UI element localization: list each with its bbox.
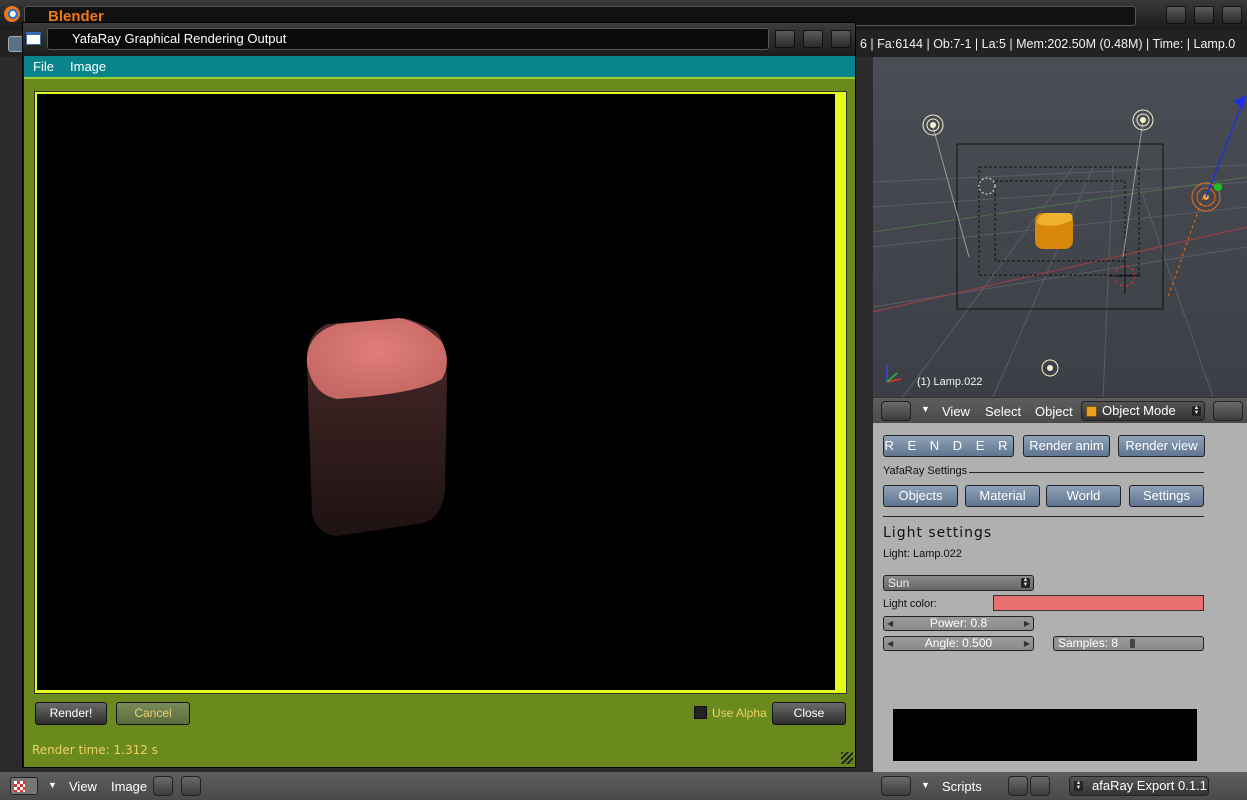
menu-object[interactable]: Object: [1035, 404, 1073, 419]
app-window-icon[interactable]: [26, 32, 41, 45]
menu-scripts[interactable]: Scripts: [942, 779, 982, 794]
viewport-type-icon[interactable]: [881, 401, 911, 421]
chevron-down-icon[interactable]: ▼: [48, 780, 57, 790]
light-type-value: Sun: [888, 576, 910, 590]
close-window-icon[interactable]: [1222, 6, 1242, 24]
window-title: YafaRay Graphical Rendering Output: [47, 28, 769, 50]
script-output-area: [893, 709, 1197, 761]
angle-value: Angle: 0.500: [924, 636, 993, 650]
render-view-button[interactable]: Render view: [1118, 435, 1205, 457]
arrow-right-icon[interactable]: ▶: [1024, 637, 1030, 650]
use-alpha-label: Use Alpha: [712, 706, 767, 720]
minimize-icon[interactable]: [775, 30, 795, 48]
angle-field[interactable]: ◀ Angle: 0.500 ▶: [883, 636, 1034, 651]
yafaray-menubar: File Image: [24, 56, 855, 79]
light-color-label: Light color:: [883, 598, 937, 610]
render-button[interactable]: Render!: [35, 702, 107, 725]
menu-view[interactable]: View: [69, 779, 97, 794]
samples-slider[interactable]: Samples: 8: [1053, 636, 1204, 651]
arrow-left-icon[interactable]: ◀: [887, 637, 893, 650]
menu-view[interactable]: View: [942, 404, 970, 419]
slider-knob[interactable]: [1130, 639, 1135, 648]
script-window-header: ▼ Scripts ▲ ▼ afaRay Export 0.1.1: [873, 772, 1247, 800]
render-canvas: [37, 94, 835, 690]
menu-image[interactable]: Image: [111, 779, 147, 794]
mode-label: Object Mode: [1102, 403, 1176, 418]
yafaray-body: Render! Cancel Use Alpha Close Render ti…: [24, 79, 855, 767]
close-window-icon[interactable]: [831, 30, 851, 48]
separator: [883, 516, 1204, 517]
arrow-right-icon[interactable]: ▶: [1024, 617, 1030, 630]
maximize-icon[interactable]: [803, 30, 823, 48]
tab-objects[interactable]: Objects: [883, 485, 958, 507]
updown-icon: ▲ ▼: [1192, 405, 1201, 416]
viewport-scene: [873, 95, 1247, 397]
render-anim-button[interactable]: Render anim: [1023, 435, 1110, 457]
yafaray-titlebar: YafaRay Graphical Rendering Output: [23, 23, 855, 56]
viewport-header: ▼ View Select Object Object Mode ▲ ▼: [873, 397, 1247, 423]
resize-grip-icon[interactable]: [841, 752, 853, 764]
yafaray-render-window: YafaRay Graphical Rendering Output File …: [22, 22, 856, 768]
light-color-swatch[interactable]: [993, 595, 1204, 611]
arrow-left-icon[interactable]: ◀: [887, 617, 893, 630]
yafaray-script-panel: R E N D E R Render anim Render view Yafa…: [873, 423, 1247, 772]
rendered-image: [306, 318, 447, 536]
menu-image[interactable]: Image: [70, 59, 106, 74]
image-editor-header: ▼ View Image: [0, 772, 873, 800]
script-name-select[interactable]: ▲ ▼ afaRay Export 0.1.1: [1069, 776, 1209, 796]
minimize-icon[interactable]: [1166, 6, 1186, 24]
yafaray-settings-label: YafaRay Settings: [883, 465, 968, 477]
render-button[interactable]: R E N D E R: [883, 435, 1014, 457]
blender-logo-icon: [4, 6, 20, 22]
shading-icon[interactable]: [1213, 401, 1243, 421]
power-value: Power: 0.8: [929, 616, 988, 630]
tab-settings[interactable]: Settings: [1129, 485, 1204, 507]
tab-material[interactable]: Material: [965, 485, 1040, 507]
menu-file[interactable]: File: [33, 59, 54, 74]
light-type-select[interactable]: Sun ▲ ▼: [883, 575, 1034, 591]
cube-icon: [1086, 406, 1097, 417]
separator: [969, 472, 1204, 473]
updown-icon: ▲ ▼: [1021, 577, 1030, 588]
use-alpha-checkbox[interactable]: [694, 706, 707, 719]
exit-icon[interactable]: [1008, 776, 1028, 796]
3d-viewport[interactable]: (1) Lamp.022: [873, 57, 1247, 397]
maximize-icon[interactable]: [1194, 6, 1214, 24]
light-name: Light: Lamp.022: [883, 548, 962, 560]
chevron-down-icon[interactable]: ▼: [921, 780, 930, 790]
script-name: afaRay Export 0.1.1: [1092, 778, 1207, 793]
window-icon[interactable]: [1030, 776, 1050, 796]
menu-select[interactable]: Select: [985, 404, 1021, 419]
updown-icon[interactable]: [153, 776, 173, 796]
scene-stats: 6 | Fa:6144 | Ob:7-1 | La:5 | Mem:202.50…: [860, 37, 1236, 51]
close-button[interactable]: Close: [772, 702, 846, 725]
mode-select[interactable]: Object Mode ▲ ▼: [1081, 401, 1205, 421]
samples-value: Samples: 8: [1058, 636, 1119, 650]
render-canvas-frame: [34, 91, 847, 694]
tab-world[interactable]: World: [1046, 485, 1121, 507]
chevron-down-icon[interactable]: ▼: [921, 404, 930, 414]
lock-icon[interactable]: [181, 776, 201, 796]
gear-icon[interactable]: [881, 776, 911, 796]
cancel-button[interactable]: Cancel: [116, 702, 190, 725]
render-time: Render time: 1.312 s: [32, 743, 158, 757]
active-object-label: (1) Lamp.022: [917, 376, 983, 388]
image-editor-type-icon[interactable]: [10, 777, 38, 795]
power-field[interactable]: ◀ Power: 0.8 ▶: [883, 616, 1034, 631]
updown-icon: ▲ ▼: [1074, 780, 1083, 791]
light-settings-title: Light settings: [883, 525, 993, 541]
